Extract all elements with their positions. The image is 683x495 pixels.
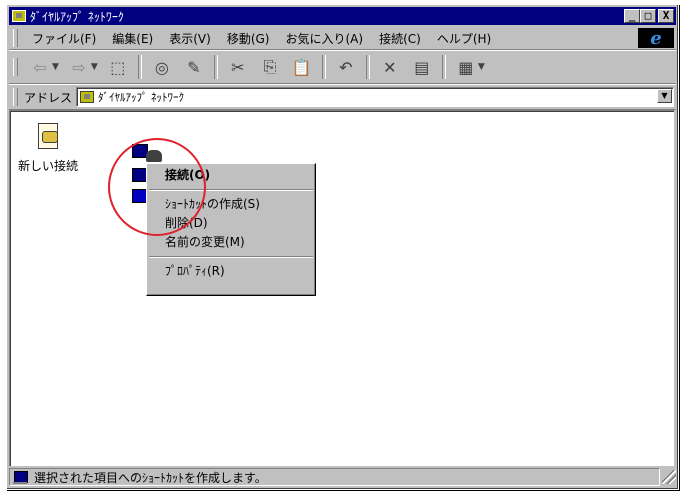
ctx-separator xyxy=(149,189,313,191)
menu-favorites[interactable]: お気に入り(A) xyxy=(277,30,371,47)
menu-edit[interactable]: 編集(E) xyxy=(104,30,161,47)
menubar-grip[interactable] xyxy=(13,29,18,47)
resize-grip[interactable] xyxy=(662,470,676,484)
ctx-properties[interactable]: ﾌﾟﾛﾊﾟﾃｨ(R) xyxy=(147,262,315,281)
ctx-rename[interactable]: 名前の変更(M) xyxy=(147,233,315,252)
properties-icon[interactable]: ▤ xyxy=(408,55,436,79)
ctx-connect[interactable]: 接続(O) xyxy=(147,166,315,185)
window-controls: _ □ X xyxy=(624,9,674,23)
address-label: アドレス xyxy=(24,90,73,105)
toolbar-separator xyxy=(213,55,218,79)
toolbar-separator xyxy=(137,55,142,79)
toolbar-separator xyxy=(365,55,370,79)
close-button[interactable]: X xyxy=(658,9,674,23)
address-value: ﾀﾞｲﾔﾙｱｯﾌﾟ ﾈｯﾄﾜｰｸ xyxy=(98,91,185,104)
views-icon[interactable]: ▦ xyxy=(452,55,480,79)
addressbar-grip[interactable] xyxy=(13,88,18,106)
ctx-delete[interactable]: 削除(D) xyxy=(147,214,315,233)
status-text: 選択された項目へのｼｮｰﾄｶｯﾄを作成します。 xyxy=(34,470,267,485)
up-folder-icon[interactable]: ⬚ xyxy=(104,55,132,79)
delete-icon[interactable]: ✕ xyxy=(376,55,404,79)
menu-help[interactable]: ヘルプ(H) xyxy=(429,30,499,47)
views-dropdown[interactable]: ▼ xyxy=(478,62,485,72)
toolbar-grip[interactable] xyxy=(13,58,18,76)
menu-go[interactable]: 移動(G) xyxy=(219,30,278,47)
context-menu: 接続(O) ｼｮｰﾄｶｯﾄの作成(S) 削除(D) 名前の変更(M) ﾌﾟﾛﾊﾟ… xyxy=(146,163,316,296)
disconnect-drive-icon[interactable]: ✎ xyxy=(180,55,208,79)
back-icon[interactable]: ⇦ xyxy=(26,55,54,79)
folder-content-area[interactable]: 新しい接続 xyxy=(9,110,674,466)
menu-view[interactable]: 表示(V) xyxy=(161,30,219,47)
toolbar: ⇦ ▼ ⇨ ▼ ⬚ ◎ ✎ ✂ ⎘ 📋 ↶ ✕ ▤ ▦ ▼ xyxy=(9,50,676,84)
address-input[interactable]: ﾀﾞｲﾔﾙｱｯﾌﾟ ﾈｯﾄﾜｰｸ ▼ xyxy=(76,87,674,107)
dialup-folder-icon xyxy=(12,10,26,22)
window-title: ﾀﾞｲﾔﾙｱｯﾌﾟ ﾈｯﾄﾜｰｸ xyxy=(30,9,124,24)
maximize-button[interactable]: □ xyxy=(640,9,656,23)
copy-icon[interactable]: ⎘ xyxy=(256,55,284,79)
toolbar-separator xyxy=(441,55,446,79)
address-bar: アドレス ﾀﾞｲﾔﾙｱｯﾌﾟ ﾈｯﾄﾜｰｸ ▼ xyxy=(9,84,676,110)
map-drive-icon[interactable]: ◎ xyxy=(148,55,176,79)
new-connection-label: 新しい接続 xyxy=(18,159,79,173)
forward-dropdown[interactable]: ▼ xyxy=(91,62,98,72)
status-panel: 選択された項目へのｼｮｰﾄｶｯﾄを作成します。 xyxy=(9,468,660,486)
ctx-separator xyxy=(149,256,313,258)
menu-connect[interactable]: 接続(C) xyxy=(371,30,429,47)
ctx-create-shortcut[interactable]: ｼｮｰﾄｶｯﾄの作成(S) xyxy=(147,195,315,214)
cut-icon[interactable]: ✂ xyxy=(224,55,252,79)
address-dropdown-button[interactable]: ▼ xyxy=(657,89,672,103)
dialup-folder-icon xyxy=(80,91,95,103)
title-bar[interactable]: ﾀﾞｲﾔﾙｱｯﾌﾟ ﾈｯﾄﾜｰｸ _ □ X xyxy=(9,7,676,25)
minimize-button[interactable]: _ xyxy=(624,9,640,23)
menu-file[interactable]: ファイル(F) xyxy=(24,30,104,47)
menu-bar: ファイル(F) 編集(E) 表示(V) 移動(G) お気に入り(A) 接続(C)… xyxy=(9,27,676,50)
new-connection-item[interactable]: 新しい接続 xyxy=(18,121,78,174)
toolbar-separator xyxy=(321,55,326,79)
forward-icon[interactable]: ⇨ xyxy=(65,55,93,79)
paste-icon[interactable]: 📋 xyxy=(288,55,316,79)
undo-icon[interactable]: ↶ xyxy=(332,55,360,79)
ie-logo-icon: e xyxy=(638,28,674,49)
status-bar: 選択された項目へのｼｮｰﾄｶｯﾄを作成します。 xyxy=(9,467,676,487)
back-dropdown[interactable]: ▼ xyxy=(52,62,59,72)
dialup-networking-window: ﾀﾞｲﾔﾙｱｯﾌﾟ ﾈｯﾄﾜｰｸ _ □ X ファイル(F) 編集(E) 表示(… xyxy=(6,4,679,490)
new-connection-icon xyxy=(32,121,64,153)
computer-icon xyxy=(13,471,28,484)
